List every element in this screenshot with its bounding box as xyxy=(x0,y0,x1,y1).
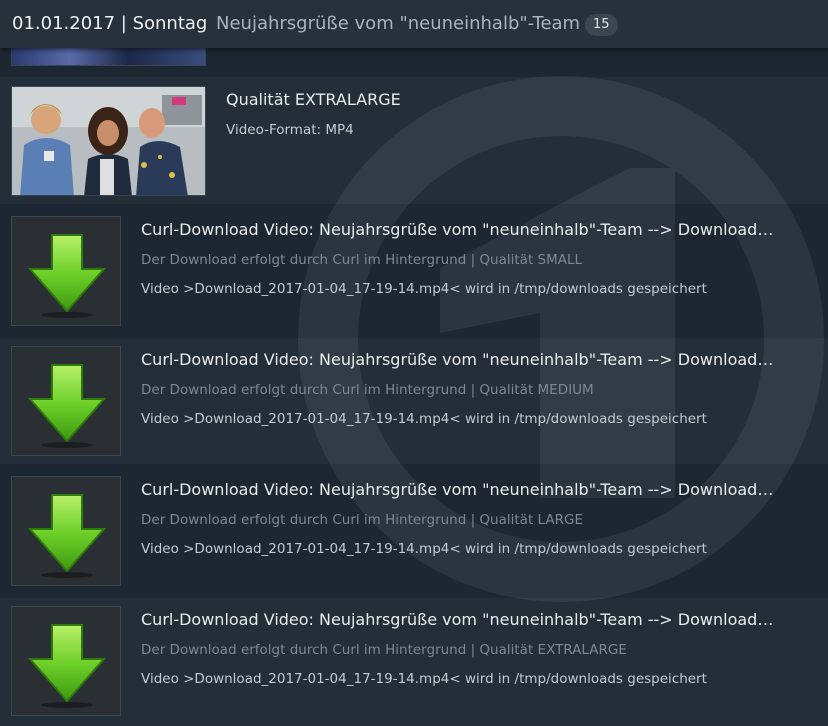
video-format: Video-Format: MP4 xyxy=(226,122,354,138)
download-info: Der Download erfolgt durch Curl im Hinte… xyxy=(141,642,627,658)
count-badge: 15 xyxy=(585,14,618,36)
download-item[interactable]: Curl-Download Video: Neujahrsgrüße vom "… xyxy=(0,338,828,464)
download-arrow-icon[interactable] xyxy=(11,216,121,326)
quality-item[interactable]: Qualität EXTRALARGE Video-Format: MP4 xyxy=(0,77,828,204)
page-title: Neujahrsgrüße vom "neuneinhalb"-Team xyxy=(216,13,581,34)
download-path: Video >Download_2017-01-04_17-19-14.mp4<… xyxy=(141,281,707,297)
download-arrow-icon[interactable] xyxy=(11,606,121,716)
download-item[interactable]: Curl-Download Video: Neujahrsgrüße vom "… xyxy=(0,598,828,726)
download-item[interactable]: Curl-Download Video: Neujahrsgrüße vom "… xyxy=(0,468,828,594)
download-arrow-icon[interactable] xyxy=(11,476,121,586)
download-path: Video >Download_2017-01-04_17-19-14.mp4<… xyxy=(141,541,707,557)
download-title: Curl-Download Video: Neujahrsgrüße vom "… xyxy=(141,480,781,499)
broadcast-date: 01.01.2017 | Sonntag xyxy=(12,13,208,34)
download-info: Der Download erfolgt durch Curl im Hinte… xyxy=(141,512,583,528)
quality-title: Qualität EXTRALARGE xyxy=(226,90,401,109)
download-info: Der Download erfolgt durch Curl im Hinte… xyxy=(141,252,583,268)
header-bar: 01.01.2017 | Sonntag Neujahrsgrüße vom "… xyxy=(0,0,828,48)
download-path: Video >Download_2017-01-04_17-19-14.mp4<… xyxy=(141,671,707,687)
download-info: Der Download erfolgt durch Curl im Hinte… xyxy=(141,382,594,398)
download-title: Curl-Download Video: Neujahrsgrüße vom "… xyxy=(141,350,781,369)
download-item[interactable]: Curl-Download Video: Neujahrsgrüße vom "… xyxy=(0,208,828,334)
video-thumbnail[interactable] xyxy=(11,86,206,196)
download-title: Curl-Download Video: Neujahrsgrüße vom "… xyxy=(141,610,781,629)
video-list: Qualität EXTRALARGE Video-Format: MP4 Cu… xyxy=(0,0,828,726)
download-arrow-icon[interactable] xyxy=(11,346,121,456)
download-path: Video >Download_2017-01-04_17-19-14.mp4<… xyxy=(141,411,707,427)
download-title: Curl-Download Video: Neujahrsgrüße vom "… xyxy=(141,220,781,239)
